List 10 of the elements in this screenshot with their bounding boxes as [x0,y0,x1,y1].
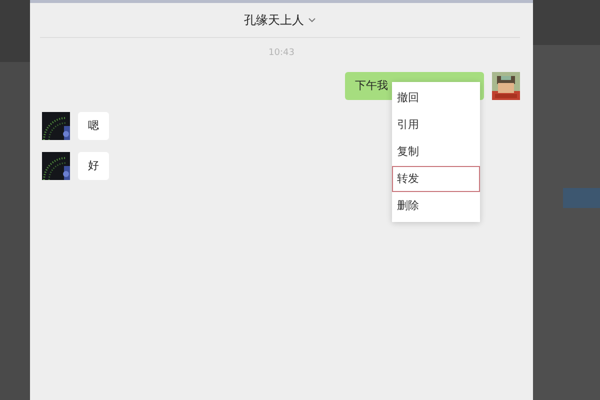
menu-item[interactable]: 引用 [392,112,480,138]
chevron-down-icon[interactable] [308,17,316,23]
menu-item[interactable]: 撤回 [392,85,480,111]
chat-title: 孔缘天上人 [244,12,304,29]
timestamp: 10:43 [268,47,294,60]
menu-item[interactable]: 复制 [392,139,480,165]
message-bubble: 好 [78,152,109,180]
menu-item[interactable]: 删除 [392,193,480,219]
menu-item[interactable]: 转发 [392,166,480,192]
message-bubble: 嗯 [78,112,109,140]
